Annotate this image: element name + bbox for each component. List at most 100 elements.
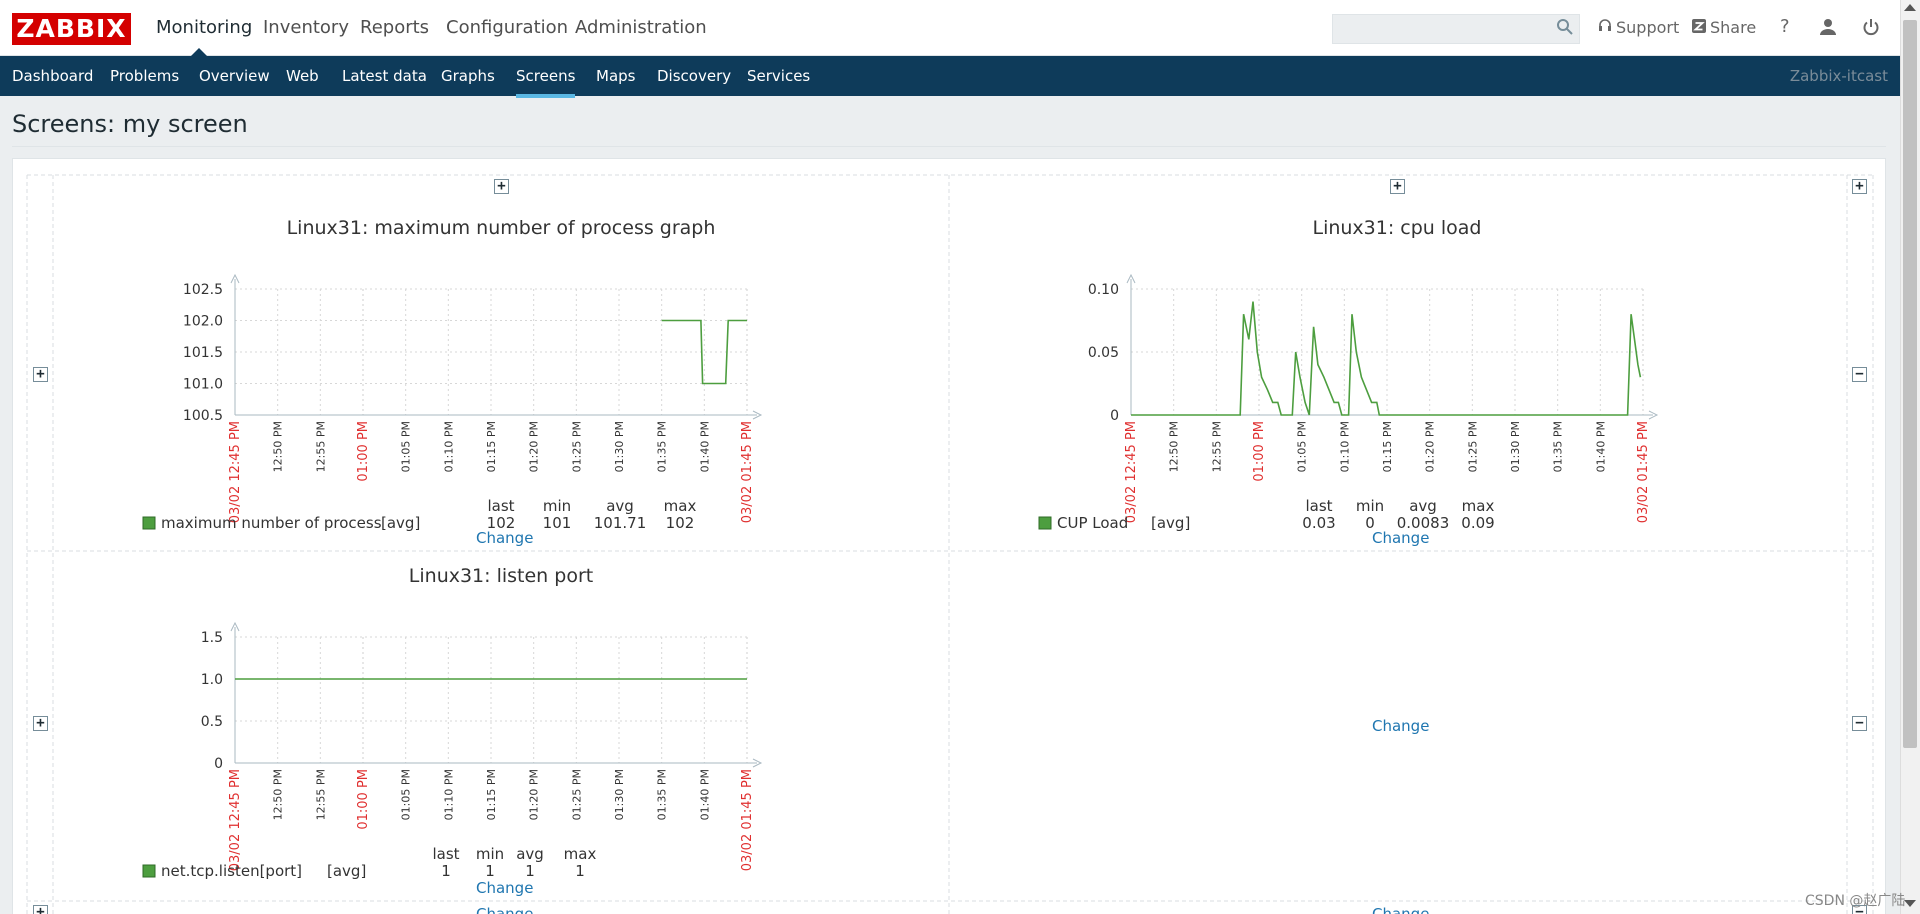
x-tick-label: 01:10 PM — [442, 421, 455, 472]
x-tick-label: 03/02 12:45 PM — [228, 421, 243, 523]
menu-monitoring[interactable]: Monitoring — [156, 17, 252, 38]
user-profile-icon[interactable] — [1819, 18, 1841, 36]
subnav-dashboard[interactable]: Dashboard — [12, 67, 93, 85]
graph-cpu-load[interactable]: 0.10 0.05 0 03/02 12:45 PM 12:50 PM 12:55 PM 0… — [1019, 227, 1739, 557]
change-cell-link[interactable]: Change — [476, 905, 533, 914]
x-tick-label: 01:15 PM — [1381, 421, 1394, 472]
legend-value: 1 — [441, 862, 451, 880]
x-tick-label: 01:10 PM — [442, 769, 455, 820]
x-tick-label: 01:15 PM — [485, 421, 498, 472]
zabbix-logo[interactable]: ZABBIX — [12, 13, 131, 45]
legend-function: [avg] — [1151, 514, 1190, 532]
subnav-maps[interactable]: Maps — [596, 67, 635, 85]
legend-value: 0.09 — [1461, 514, 1494, 532]
x-tick-label: 01:30 PM — [1509, 421, 1522, 472]
remove-row-button[interactable]: − — [1852, 367, 1867, 382]
x-tick-label: 01:25 PM — [570, 421, 583, 472]
graph-listen-port[interactable]: 1.5 1.0 0.5 0 03/02 12:45 PM 12:50 PM 12:55 PM… — [123, 575, 843, 905]
x-tick-label: 01:20 PM — [528, 769, 541, 820]
legend-header: last — [432, 845, 459, 863]
x-tick-label: 01:15 PM — [485, 769, 498, 820]
legend-value: 102 — [666, 514, 695, 532]
menu-reports[interactable]: Reports — [360, 17, 429, 38]
menu-configuration[interactable]: Configuration — [446, 17, 568, 38]
legend-value: 0.03 — [1302, 514, 1335, 532]
x-tick-label: 03/02 12:45 PM — [1124, 421, 1139, 523]
x-tick-label: 01:30 PM — [613, 769, 626, 820]
legend-header: min — [543, 497, 571, 515]
legend-series-name: maximum number of process — [161, 514, 382, 532]
x-tick-label: 01:25 PM — [1466, 421, 1479, 472]
y-tick-label: 102.0 — [183, 314, 223, 330]
logout-power-icon[interactable] — [1862, 18, 1884, 36]
x-tick-label: 01:00 PM — [1252, 421, 1267, 482]
legend-color-swatch — [1038, 516, 1052, 530]
subnav-overview[interactable]: Overview — [199, 67, 270, 85]
title-divider — [12, 146, 1886, 147]
change-graph-link[interactable]: Change — [476, 879, 533, 897]
legend-header: max — [564, 845, 597, 863]
search-icon[interactable] — [1556, 18, 1574, 40]
scroll-down-arrow-icon[interactable] — [1904, 900, 1916, 907]
subnav-web[interactable]: Web — [286, 67, 319, 85]
support-link[interactable]: Support — [1598, 18, 1679, 37]
add-row-button[interactable]: + — [33, 716, 48, 731]
server-name: Zabbix-itcast — [1789, 67, 1888, 85]
x-tick-label: 01:20 PM — [528, 421, 541, 472]
legend-value: 101 — [543, 514, 572, 532]
share-link[interactable]: Share — [1692, 18, 1756, 37]
x-tick-label: 03/02 01:45 PM — [1636, 421, 1651, 523]
legend-header: avg — [606, 497, 634, 515]
change-empty-cell-link[interactable]: Change — [1372, 717, 1429, 735]
change-graph-link[interactable]: Change — [476, 529, 533, 547]
menu-administration[interactable]: Administration — [575, 17, 707, 38]
legend-function: [avg] — [327, 862, 366, 880]
legend-color-swatch — [142, 516, 156, 530]
x-tick-label: 01:35 PM — [656, 769, 669, 820]
x-tick-label: 12:50 PM — [272, 769, 285, 820]
add-row-button[interactable]: + — [33, 905, 48, 914]
remove-row-button[interactable]: − — [1852, 716, 1867, 731]
menu-inventory[interactable]: Inventory — [263, 17, 349, 38]
top-header: ZABBIX Monitoring Inventory Reports Conf… — [0, 0, 1900, 57]
page-title: Screens: my screen — [12, 110, 248, 138]
subnav-services[interactable]: Services — [747, 67, 810, 85]
graph-process-count[interactable]: 102.5 102.0 101.5 101.0 100.5 03/02 12:45 PM 1… — [123, 227, 843, 557]
add-row-button[interactable]: + — [33, 367, 48, 382]
x-tick-label: 01:00 PM — [356, 769, 371, 830]
add-column-button[interactable]: + — [1852, 179, 1867, 194]
subnav-latest-data[interactable]: Latest data — [342, 67, 427, 85]
legend-header: min — [1356, 497, 1384, 515]
add-column-button[interactable]: + — [1390, 179, 1405, 194]
y-tick-label: 100.5 — [183, 408, 223, 424]
series-line — [1131, 301, 1642, 416]
x-tick-label: 12:50 PM — [272, 421, 285, 472]
subnav-problems[interactable]: Problems — [110, 67, 179, 85]
x-tick-label: 01:30 PM — [613, 421, 626, 472]
scrollbar-thumb[interactable] — [1903, 20, 1917, 748]
y-tick-label: 101.0 — [183, 377, 223, 393]
add-column-button[interactable]: + — [494, 179, 509, 194]
legend-value: 1 — [525, 862, 535, 880]
legend-header: max — [1462, 497, 1495, 515]
x-tick-label: 03/02 12:45 PM — [228, 769, 243, 871]
x-tick-label: 12:55 PM — [314, 421, 327, 472]
scroll-up-arrow-icon[interactable] — [1904, 4, 1916, 11]
change-graph-link[interactable]: Change — [1372, 529, 1429, 547]
x-tick-label: 01:05 PM — [400, 769, 413, 820]
headset-icon — [1598, 18, 1616, 37]
legend-header: last — [487, 497, 514, 515]
x-tick-label: 01:00 PM — [356, 421, 371, 482]
x-tick-label: 01:10 PM — [1338, 421, 1351, 472]
subnav-discovery[interactable]: Discovery — [657, 67, 731, 85]
y-tick-label: 0.5 — [201, 714, 223, 730]
subnav-screens[interactable]: Screens — [516, 67, 576, 98]
x-tick-label: 01:40 PM — [698, 769, 711, 820]
search-input[interactable] — [1332, 14, 1580, 44]
change-cell-link[interactable]: Change — [1372, 905, 1429, 914]
help-icon[interactable]: ? — [1780, 16, 1790, 37]
legend-function: [avg] — [381, 514, 420, 532]
x-tick-label: 12:55 PM — [314, 769, 327, 820]
legend-header: avg — [516, 845, 544, 863]
subnav-graphs[interactable]: Graphs — [441, 67, 495, 85]
